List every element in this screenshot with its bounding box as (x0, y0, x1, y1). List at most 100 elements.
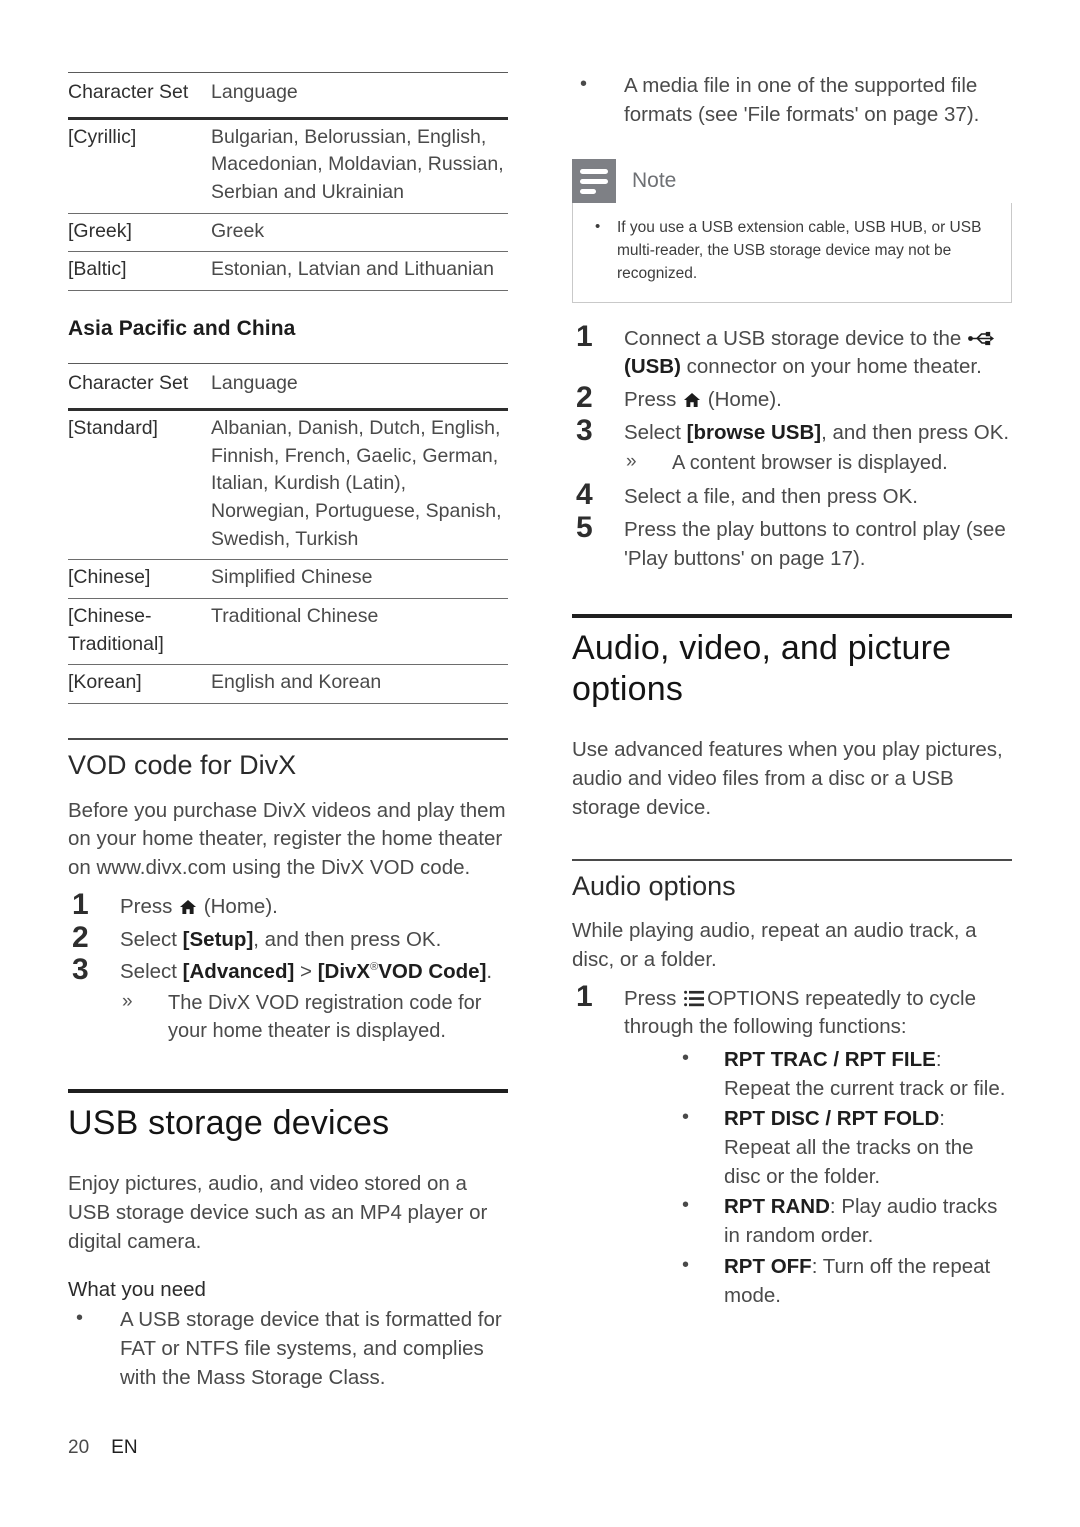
cell-character-set: [Cyrillic] (68, 116, 211, 214)
section-vod-code: VOD code for DivX (68, 738, 508, 783)
page-number: 20 (68, 1437, 90, 1458)
note-item: If you use a USB extension cable, USB HU… (589, 216, 995, 285)
usb-playback-steps-list: Connect a USB storage device to the (USB… (572, 321, 1012, 574)
cell-character-set: [Greek] (68, 212, 211, 252)
menu-option-setup: [Setup] (182, 927, 254, 951)
cell-language: Bulgarian, Belorussian, English, Macedon… (211, 116, 508, 214)
table-row: [Korean] English and Korean (68, 664, 508, 704)
table-row: [Chinese] Simplified Chinese (68, 559, 508, 599)
step-item: Select [browse USB], and then press OK. … (572, 415, 1012, 478)
step-separator: > (294, 960, 318, 984)
menu-option-browse-usb: [browse USB] (686, 420, 822, 444)
step-text-after: , and then press OK. (253, 927, 442, 951)
cell-language: Simplified Chinese (211, 559, 508, 599)
registered-mark: ® (370, 961, 379, 974)
subsection-heading-audio-options: Audio options (572, 870, 736, 901)
repeat-functions-list: RPT TRAC / RPT FILE: Repeat the current … (676, 1044, 1012, 1310)
avp-intro-paragraph: Use advanced features when you play pict… (572, 738, 1003, 819)
vod-steps-list: Press (Home). Select [Setup], and then p… (68, 889, 508, 1045)
menu-option-divx-vod-code-open: [DivX (317, 960, 371, 984)
step-text-after: . (486, 960, 493, 984)
step-item: Select [Setup], and then press OK. (68, 922, 508, 955)
connector-label-usb: (USB) (624, 355, 681, 379)
table-row: [Standard] Albanian, Danish, Dutch, Engl… (68, 407, 508, 560)
heading-rule (68, 1088, 508, 1093)
note-header: Note (572, 159, 1012, 204)
cell-character-set: [Chinese] (68, 559, 211, 599)
step-item: Select [Advanced] > [DivX®VOD Code]. The… (68, 954, 508, 1045)
step-text-after: (Home). (702, 388, 782, 412)
cell-language: Greek (211, 212, 508, 252)
subsection-audio-options: Audio options (572, 858, 1012, 904)
step-item: Connect a USB storage device to the (USB… (572, 321, 1012, 382)
cell-character-set: [Chinese-Traditional] (68, 597, 211, 665)
list-item: A USB storage device that is formatted f… (68, 1304, 508, 1392)
note-body: If you use a USB extension cable, USB HU… (572, 203, 1012, 303)
step-result-list: The DivX VOD registration code for your … (120, 989, 508, 1045)
audio-options-steps-list: Press OPTIONS repeatedly to cycle throug… (572, 981, 1012, 1311)
table-header-row: Character Set Language (68, 364, 508, 409)
cell-character-set: [Korean] (68, 664, 211, 704)
audio-options-intro: While playing audio, repeat an audio tra… (572, 919, 977, 971)
character-set-table-europe: Character Set Language [Cyrillic] Bulgar… (68, 72, 508, 292)
note-items-list: If you use a USB extension cable, USB HU… (589, 216, 995, 285)
step-text-before: Select (120, 960, 183, 984)
column-header-character-set: Character Set (68, 372, 189, 395)
menu-option-advanced: [Advanced] (182, 960, 295, 984)
options-icon (684, 987, 705, 1006)
section-audio-video-picture-options: Audio, video, and picture options (572, 613, 1012, 711)
page-footer: 20 EN (68, 1437, 138, 1459)
heading-rule (572, 613, 1012, 618)
step-text-before: Press (120, 894, 179, 918)
step-text-before: Press (624, 388, 683, 412)
step-item: Press (Home). (68, 889, 508, 922)
section-heading-avp-options: Audio, video, and picture options (572, 628, 952, 708)
step-result-list: A content browser is displayed. (624, 449, 1012, 477)
usb-intro-paragraph: Enjoy pictures, audio, and video stored … (68, 1172, 488, 1253)
page-language-code: EN (111, 1437, 138, 1458)
menu-option-divx-vod-code: VOD Code] (378, 960, 487, 984)
step-text-before: Select (624, 420, 687, 444)
cell-language: English and Korean (211, 664, 508, 704)
section-heading-vod-code: VOD code for DivX (68, 750, 297, 780)
step-text-before: Press (624, 986, 683, 1010)
table-header-row: Character Set Language (68, 73, 508, 118)
step-text-before: Connect a USB storage device to the (624, 326, 968, 350)
note-title: Note (632, 169, 677, 193)
column-header-language: Language (211, 81, 298, 103)
usb-requirements-list: A USB storage device that is formatted f… (68, 1304, 508, 1392)
function-label: RPT RAND (724, 1195, 830, 1219)
note-box: Note If you use a USB extension cable, U… (572, 159, 1012, 303)
home-icon (179, 895, 197, 914)
vod-intro-paragraph: Before you purchase DivX videos and play… (68, 798, 506, 880)
table-row: [Cyrillic] Bulgarian, Belorussian, Engli… (68, 116, 508, 214)
list-item: RPT OFF: Turn off the repeat mode. (676, 1251, 1012, 1310)
region-heading-asia: Asia Pacific and China (68, 317, 296, 341)
heading-rule (68, 738, 508, 740)
cell-character-set: [Baltic] (68, 251, 211, 291)
cell-character-set: [Standard] (68, 407, 211, 560)
step-text-after: connector on your home theater. (680, 355, 982, 379)
column-header-character-set: Character Set (68, 81, 189, 103)
step-text-after: , and then press OK. (821, 420, 1010, 444)
manual-page: Character Set Language [Cyrillic] Bulgar… (0, 0, 1080, 1527)
function-label: RPT TRAC / RPT FILE (724, 1048, 936, 1072)
table-bottom-rule (68, 703, 508, 704)
home-icon (683, 388, 701, 408)
result-item: A content browser is displayed. (624, 449, 1012, 477)
cell-language: Albanian, Danish, Dutch, English, Finnis… (211, 407, 508, 560)
table-row: [Greek] Greek (68, 212, 508, 252)
section-heading-usb-storage: USB storage devices (68, 1103, 390, 1142)
step-item: Press (Home). (572, 382, 1012, 415)
list-item: RPT DISC / RPT FOLD: Repeat all the trac… (676, 1103, 1012, 1191)
supported-formats-list: A media file in one of the supported fil… (572, 70, 1012, 129)
step-item: Select a file, and then press OK. (576, 480, 918, 511)
usb-icon (968, 326, 995, 345)
list-item: RPT TRAC / RPT FILE: Repeat the current … (676, 1044, 1012, 1103)
list-item: A media file in one of the supported fil… (572, 70, 1012, 129)
table-bottom-rule (68, 290, 508, 292)
table-row: [Chinese-Traditional] Traditional Chines… (68, 597, 508, 665)
right-column: A media file in one of the supported fil… (572, 70, 1012, 1316)
result-item: The DivX VOD registration code for your … (120, 989, 508, 1045)
subheading-what-you-need: What you need (68, 1278, 206, 1302)
